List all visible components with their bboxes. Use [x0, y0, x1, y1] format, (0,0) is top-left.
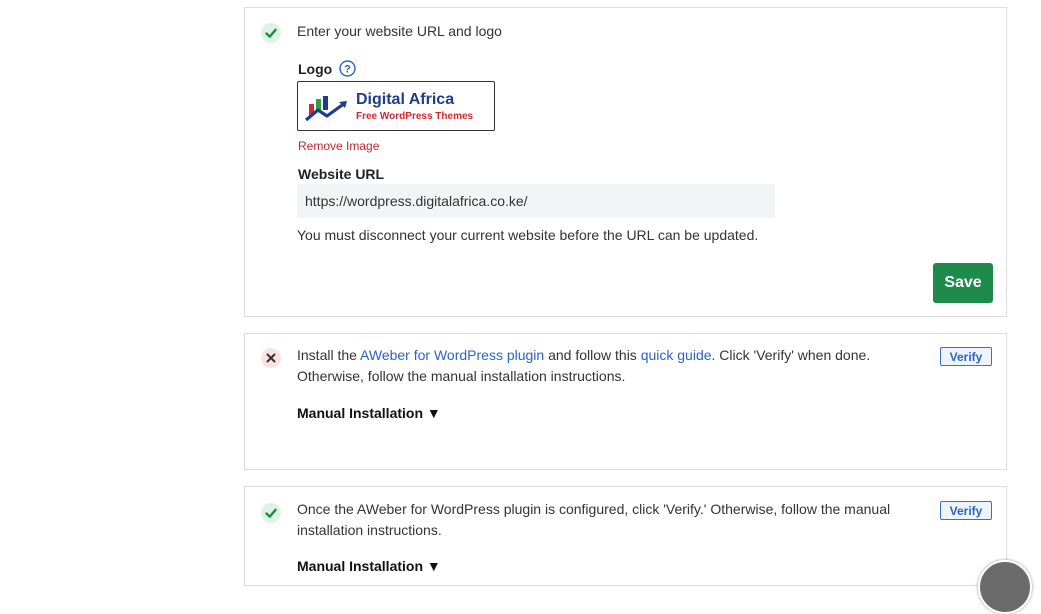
disconnect-note: You must disconnect your current website… [297, 227, 759, 243]
manual-installation-toggle[interactable]: Manual Installation ▼ [297, 558, 441, 574]
help-icon[interactable]: ? [339, 60, 356, 77]
aweber-plugin-link[interactable]: AWeber for WordPress plugin [360, 347, 544, 363]
step-description: Install the AWeber for WordPress plugin … [297, 345, 897, 387]
logo-name: Digital Africa [356, 91, 455, 108]
save-button[interactable]: Save [933, 263, 993, 303]
check-icon [261, 23, 281, 43]
verify-button[interactable]: Verify [940, 501, 992, 520]
avatar[interactable] [978, 560, 1032, 614]
logo-tagline: Free WordPress Themes [356, 111, 474, 122]
step-text-start: Install the [297, 347, 361, 363]
step-text-middle: and follow this [544, 347, 641, 363]
step-description: Enter your website URL and logo [297, 23, 502, 39]
svg-text:?: ? [344, 64, 351, 76]
website-url-input[interactable] [297, 184, 775, 218]
step-description: Once the AWeber for WordPress plugin is … [297, 501, 891, 538]
step-card-verify-config: Once the AWeber for WordPress plugin is … [244, 486, 1007, 586]
remove-image-link[interactable]: Remove Image [298, 139, 379, 153]
close-icon [261, 348, 281, 368]
step-card-website: Enter your website URL and logo Logo ? D… [244, 7, 1007, 317]
logo-label: Logo [298, 61, 333, 77]
verify-button[interactable]: Verify [940, 347, 992, 366]
logo-graphic [305, 96, 347, 122]
manual-installation-toggle[interactable]: Manual Installation ▼ [297, 405, 441, 421]
quick-guide-link[interactable]: quick guide [641, 347, 712, 363]
logo-preview: Digital Africa Free WordPress Themes [297, 81, 495, 131]
step-card-install-plugin: Install the AWeber for WordPress plugin … [244, 333, 1007, 470]
website-url-label: Website URL [298, 166, 385, 182]
check-icon [261, 503, 281, 523]
